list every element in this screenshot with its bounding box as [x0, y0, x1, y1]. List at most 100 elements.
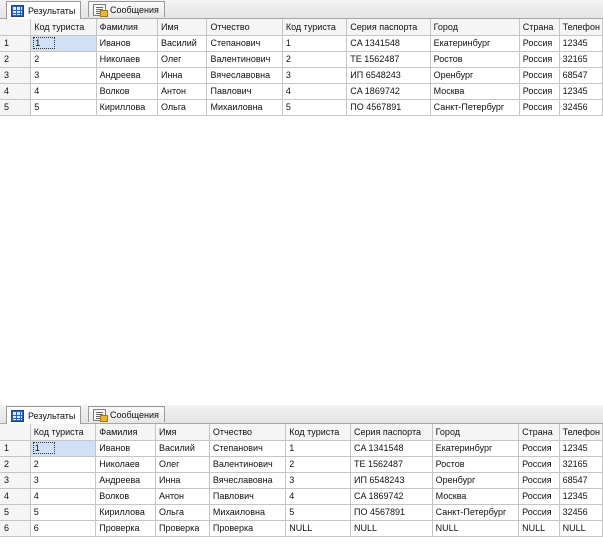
row-number[interactable]: 5 — [0, 99, 32, 116]
table-cell[interactable]: Проверка — [95, 520, 157, 537]
table-cell[interactable]: 3 — [285, 472, 351, 489]
table-cell[interactable]: 2 — [285, 456, 351, 473]
table-row[interactable]: 4 4 Волков Антон Павлович 4 CA 1869742 Москва Ро… — [0, 83, 603, 100]
table-cell[interactable]: 3 — [30, 67, 97, 84]
row-number[interactable]: 3 — [0, 472, 31, 489]
table-cell[interactable]: TE 1562487 — [350, 456, 433, 473]
table-cell[interactable]: 1 — [282, 35, 348, 52]
table-cell[interactable]: Россия — [519, 83, 560, 100]
table-cell[interactable]: Проверка — [155, 520, 210, 537]
table-cell[interactable]: 5 — [285, 504, 351, 521]
table-cell[interactable]: CA 1341548 — [346, 35, 431, 52]
column-header[interactable]: Страна — [518, 424, 560, 441]
row-number[interactable]: 1 — [0, 35, 32, 52]
table-cell[interactable]: Россия — [518, 456, 560, 473]
table-cell[interactable]: 32165 — [559, 456, 603, 473]
table-cell[interactable]: CA 1341548 — [350, 440, 433, 457]
column-header[interactable]: Страна — [519, 19, 560, 36]
table-cell[interactable]: 3 — [30, 472, 97, 489]
table-cell[interactable]: Ольга — [157, 99, 208, 116]
table-cell[interactable]: Россия — [519, 99, 560, 116]
column-header[interactable]: Код туриста — [30, 19, 97, 36]
tab-messages[interactable]: Сообщения — [88, 406, 165, 422]
table-cell[interactable]: Валентинович — [206, 51, 283, 68]
table-row[interactable]: 2 2 Николаев Олег Валентинович 2 TE 1562487 Рос… — [0, 456, 603, 473]
table-row[interactable]: 4 4 Волков Антон Павлович 4 CA 1869742 Москва Ро… — [0, 488, 603, 505]
table-cell[interactable]: CA 1869742 — [350, 488, 433, 505]
table-cell[interactable]: 4 — [30, 83, 97, 100]
corner-cell[interactable] — [0, 424, 31, 441]
table-cell[interactable]: Вячеславовна — [209, 472, 287, 489]
table-cell[interactable]: Россия — [518, 488, 560, 505]
column-header[interactable]: Отчество — [209, 424, 287, 441]
table-cell[interactable]: Россия — [518, 504, 560, 521]
table-cell[interactable]: Санкт-Петербург — [430, 99, 520, 116]
table-cell[interactable]: 1 — [30, 440, 97, 457]
table-cell[interactable]: 2 — [30, 51, 97, 68]
column-header[interactable]: Город — [430, 19, 520, 36]
table-cell[interactable]: NULL — [559, 520, 603, 537]
table-cell[interactable]: ПО 4567891 — [350, 504, 433, 521]
table-cell[interactable]: 3 — [282, 67, 348, 84]
table-cell[interactable]: Россия — [518, 472, 560, 489]
table-cell[interactable]: Инна — [155, 472, 210, 489]
tab-messages[interactable]: Сообщения — [88, 1, 165, 17]
table-cell[interactable]: 1 — [285, 440, 351, 457]
table-cell[interactable]: 4 — [282, 83, 348, 100]
row-number[interactable]: 3 — [0, 67, 32, 84]
table-cell[interactable]: Валентинович — [209, 456, 287, 473]
table-cell[interactable]: Россия — [519, 35, 560, 52]
table-cell[interactable]: ИП 6548243 — [346, 67, 431, 84]
column-header[interactable]: Код туриста — [30, 424, 97, 441]
table-cell[interactable]: 68547 — [559, 67, 603, 84]
table-cell[interactable]: Екатеринбург — [432, 440, 520, 457]
table-cell[interactable]: Николаев — [95, 456, 157, 473]
table-cell[interactable]: Олег — [157, 51, 208, 68]
table-row[interactable]: 2 2 Николаев Олег Валентинович 2 TE 1562487 Рос… — [0, 51, 603, 68]
table-cell[interactable]: Москва — [430, 83, 520, 100]
table-cell[interactable]: 5 — [30, 99, 97, 116]
table-cell[interactable]: 5 — [30, 504, 97, 521]
table-cell[interactable]: Волков — [95, 488, 157, 505]
table-cell[interactable]: 12345 — [559, 83, 603, 100]
table-cell[interactable]: Россия — [518, 440, 560, 457]
tab-results[interactable]: Результаты — [6, 1, 82, 19]
row-number[interactable]: 4 — [0, 83, 32, 100]
results-grid[interactable]: Код туриста Фамилия Имя Отчество Код тур… — [0, 424, 603, 537]
table-cell[interactable]: 6 — [30, 520, 97, 537]
table-cell[interactable]: Волков — [96, 83, 158, 100]
table-cell[interactable]: Оренбург — [432, 472, 520, 489]
table-cell[interactable]: Василий — [157, 35, 208, 52]
table-cell[interactable]: Иванов — [96, 35, 158, 52]
corner-cell[interactable] — [0, 19, 32, 36]
table-cell[interactable]: 68547 — [559, 472, 603, 489]
table-cell[interactable]: 4 — [285, 488, 351, 505]
table-cell[interactable]: Антон — [155, 488, 210, 505]
column-header[interactable]: Серия паспорта — [350, 424, 433, 441]
table-cell[interactable]: Вячеславовна — [206, 67, 283, 84]
column-header[interactable]: Город — [432, 424, 520, 441]
tab-results[interactable]: Результаты — [6, 406, 82, 424]
column-header[interactable]: Фамилия — [96, 19, 158, 36]
table-cell[interactable]: Степанович — [206, 35, 283, 52]
table-cell[interactable]: Андреева — [96, 67, 158, 84]
row-number[interactable]: 4 — [0, 488, 31, 505]
column-header[interactable]: Фамилия — [95, 424, 157, 441]
table-cell[interactable]: Санкт-Петербург — [432, 504, 520, 521]
table-cell[interactable]: Инна — [157, 67, 208, 84]
table-row[interactable]: 5 5 Кириллова Ольга Михаиловна 5 ПО 4567891 Сан… — [0, 504, 603, 521]
table-cell[interactable]: 32456 — [559, 504, 603, 521]
table-row[interactable]: 6 6 Проверка Проверка Проверка NULL NULL NULL NU… — [0, 520, 603, 537]
row-number[interactable]: 6 — [0, 520, 31, 537]
table-cell[interactable]: Павлович — [209, 488, 287, 505]
table-cell[interactable]: Олег — [155, 456, 210, 473]
table-cell[interactable]: Екатеринбург — [430, 35, 520, 52]
table-cell[interactable]: Павлович — [206, 83, 283, 100]
results-grid[interactable]: Код туриста Фамилия Имя Отчество Код тур… — [0, 19, 603, 116]
table-cell[interactable]: Степанович — [209, 440, 287, 457]
table-cell[interactable]: Ольга — [155, 504, 210, 521]
column-header[interactable]: Имя — [157, 19, 208, 36]
table-cell[interactable]: 1 — [30, 35, 97, 52]
table-cell[interactable]: TE 1562487 — [346, 51, 431, 68]
table-cell[interactable]: NULL — [350, 520, 433, 537]
